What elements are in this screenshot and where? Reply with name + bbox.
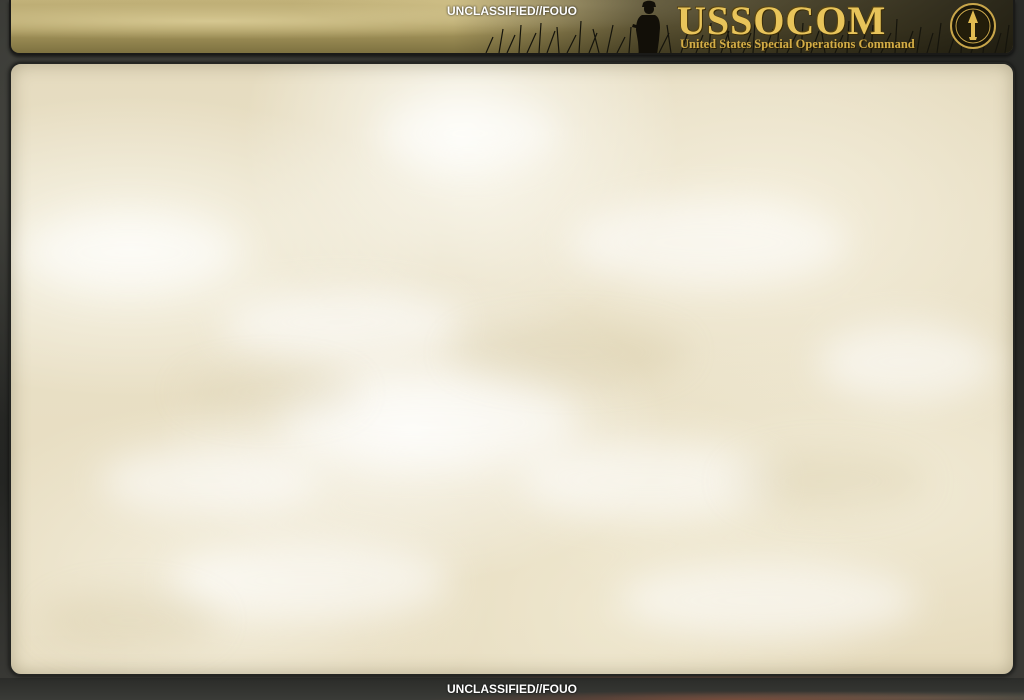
classification-banner-top: UNCLASSIFIED//FOUO — [446, 4, 577, 18]
cloud-texture — [20, 98, 998, 651]
classification-banner-bottom: UNCLASSIFIED//FOUO — [446, 682, 577, 696]
brand-subtitle: United States Special Operations Command — [680, 37, 915, 51]
main-content-panel — [9, 62, 1015, 676]
